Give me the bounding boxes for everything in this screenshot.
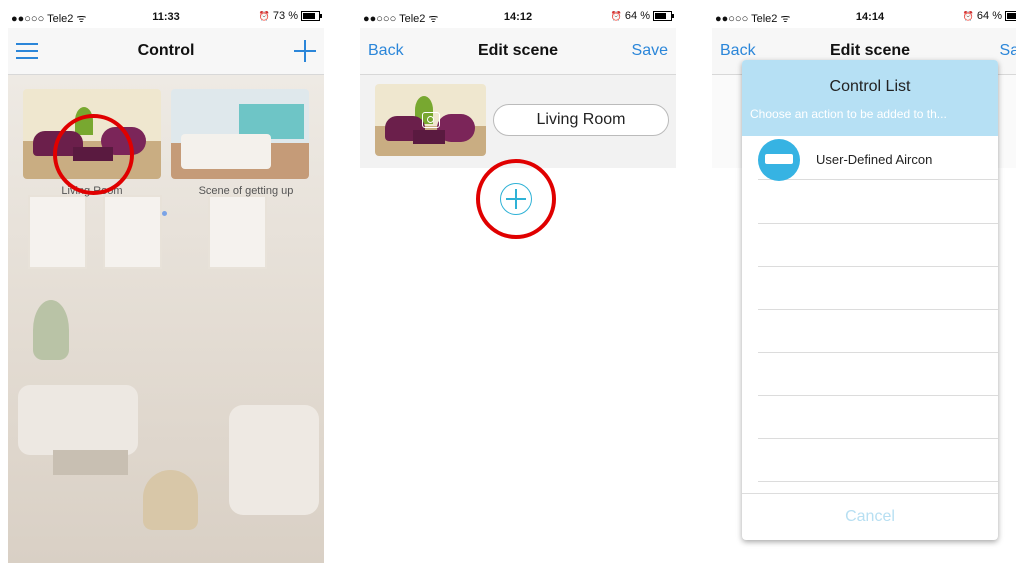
control-list-modal: Control List Choose an action to be adde…: [742, 60, 998, 540]
alarm-icon: ⏰: [610, 10, 622, 21]
alarm-icon: ⏰: [258, 10, 270, 21]
scene-thumbnail-getting-up[interactable]: [171, 89, 309, 179]
battery-icon: [1005, 11, 1016, 21]
phone-screen-control-list: ●●○○○ Tele2 ᯤ 14:14 ⏰ 64 % Back Edit sce…: [712, 8, 1016, 563]
menu-icon[interactable]: [16, 43, 38, 59]
phone-screen-control: ●●○○○ Tele2 ᯤ 11:33 ⏰ 73 % Control Livin…: [8, 8, 324, 563]
page-indicator-dot: [162, 211, 167, 216]
modal-title: Control List: [829, 78, 911, 95]
save-button[interactable]: Save: [1000, 42, 1016, 60]
save-button[interactable]: Save: [632, 42, 668, 60]
status-bar: ●●○○○ Tele2 ᯤ 14:14 ⏰ 64 %: [712, 8, 1016, 26]
nav-bar: Back Edit scene Save: [360, 28, 676, 75]
highlight-circle: [476, 159, 556, 239]
page-title: Edit scene: [477, 42, 559, 59]
camera-icon: [422, 112, 440, 128]
scene-name-field[interactable]: Living Room: [493, 104, 669, 136]
page-title: Edit scene: [829, 42, 911, 59]
status-bar: ●●○○○ Tele2 ᯤ 11:33 ⏰ 73 %: [8, 8, 324, 26]
list-item: [758, 438, 998, 482]
aircon-icon: [758, 139, 800, 181]
list-item-label: User-Defined Aircon: [816, 152, 933, 167]
battery-percent: 73 %: [272, 10, 298, 22]
list-item: [758, 352, 998, 396]
nav-bar: Control: [8, 28, 324, 75]
list-item[interactable]: User-Defined Aircon: [758, 136, 998, 181]
list-item: [758, 223, 998, 267]
battery-percent: 64 %: [976, 10, 1002, 22]
highlight-circle: [53, 114, 134, 195]
scene-label: Scene of getting up: [198, 185, 294, 197]
list-item: [758, 309, 998, 353]
scene-image-picker[interactable]: [375, 84, 486, 156]
status-bar: ●●○○○ Tele2 ᯤ 14:12 ⏰ 64 %: [360, 8, 676, 26]
cancel-button[interactable]: Cancel: [742, 493, 998, 540]
phone-screen-edit-scene: ●●○○○ Tele2 ᯤ 14:12 ⏰ 64 % Back Edit sce…: [360, 8, 676, 563]
alarm-icon: ⏰: [962, 10, 974, 21]
add-scene-button[interactable]: [294, 40, 316, 62]
list-item: [758, 180, 998, 224]
list-item: [758, 395, 998, 439]
modal-header: Control List Choose an action to be adde…: [742, 60, 998, 136]
battery-percent: 64 %: [624, 10, 650, 22]
modal-subtitle: Choose an action to be added to th...: [750, 107, 947, 121]
battery-icon: [301, 11, 322, 21]
page-title: Control: [137, 42, 195, 59]
list-item: [758, 266, 998, 310]
battery-icon: [653, 11, 674, 21]
